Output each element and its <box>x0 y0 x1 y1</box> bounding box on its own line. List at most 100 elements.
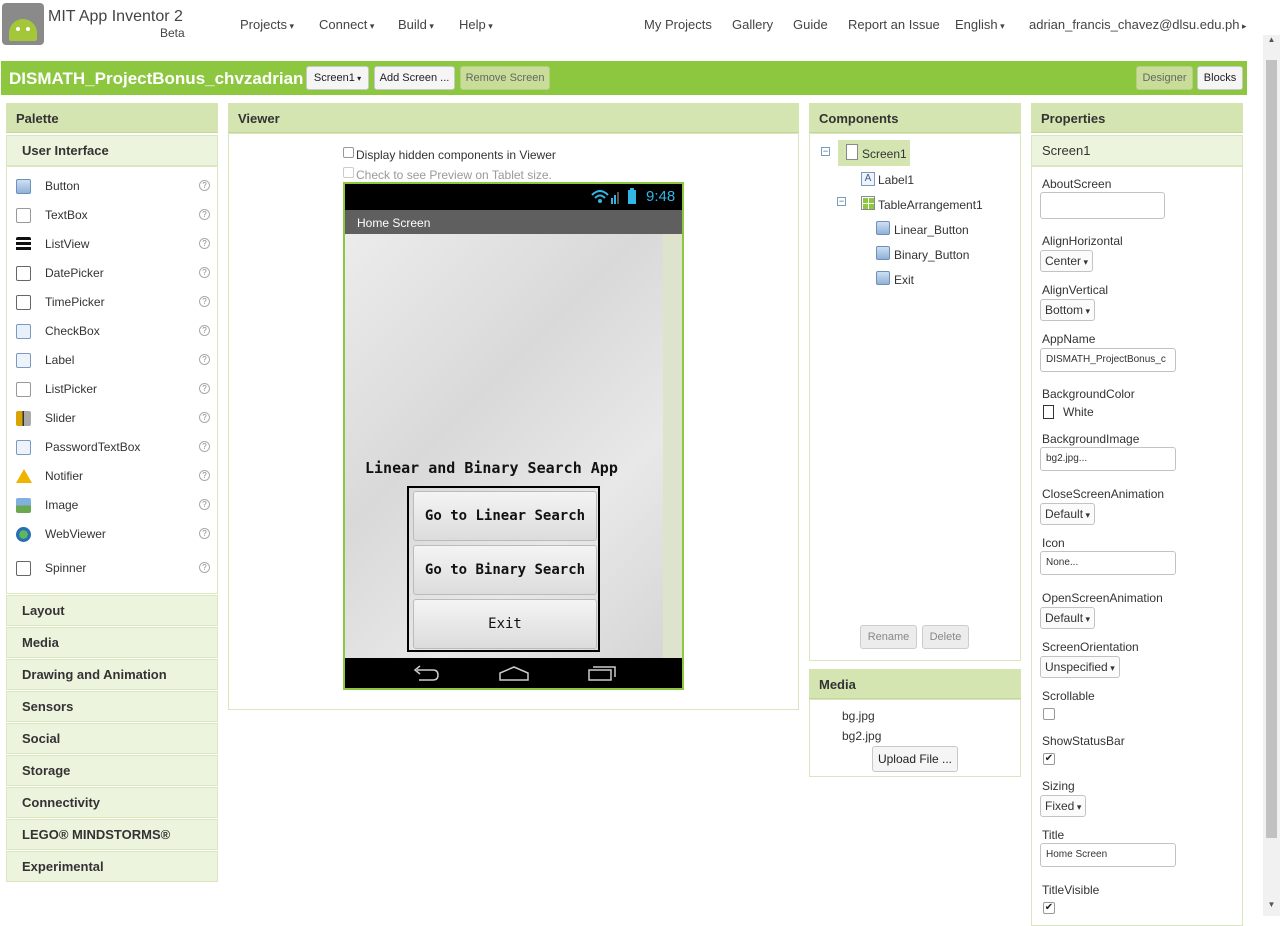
checkbox-icon <box>16 324 31 339</box>
palette-item-notifier[interactable]: Notifier? <box>8 466 214 488</box>
link-report-issue[interactable]: Report an Issue <box>848 17 940 32</box>
exit-button[interactable]: Exit <box>413 599 597 649</box>
screen-select-dropdown[interactable]: Screen1 ▾ <box>306 66 369 90</box>
rename-button[interactable]: Rename <box>860 625 917 649</box>
title-input[interactable]: Home Screen <box>1040 843 1176 867</box>
palette-item-textbox[interactable]: TextBox? <box>8 205 214 227</box>
palette-drawer-sensors[interactable]: Sensors <box>6 691 218 722</box>
tablet-preview-checkbox[interactable] <box>343 167 354 178</box>
palette-item-slider[interactable]: Slider? <box>8 408 214 430</box>
help-icon[interactable]: ? <box>199 354 210 365</box>
backgroundcolor-value[interactable]: White <box>1063 405 1094 419</box>
screenorientation-dropdown[interactable]: Unspecified <box>1040 656 1120 678</box>
palette-drawer-experimental[interactable]: Experimental <box>6 851 218 882</box>
help-icon[interactable]: ? <box>199 209 210 220</box>
scroll-up-arrow-icon[interactable]: ▲ <box>1263 35 1280 50</box>
link-gallery[interactable]: Gallery <box>732 17 773 32</box>
palette-item-checkbox[interactable]: CheckBox? <box>8 321 214 343</box>
page-scrollbar-thumb[interactable] <box>1266 60 1277 838</box>
media-file-bg2[interactable]: bg2.jpg <box>842 729 881 743</box>
palette-item-image[interactable]: Image? <box>8 495 214 517</box>
palette-drawer-connectivity[interactable]: Connectivity <box>6 787 218 818</box>
help-icon[interactable]: ? <box>199 383 210 394</box>
button-icon <box>876 221 890 235</box>
tree-item-binary-button[interactable]: Binary_Button <box>876 244 986 264</box>
menu-build[interactable]: Build <box>398 17 434 32</box>
openscreenanimation-dropdown[interactable]: Default <box>1040 607 1096 629</box>
help-icon[interactable]: ? <box>199 441 210 452</box>
phone-screen[interactable]: Linear and Binary Search App Go to Linea… <box>345 234 663 658</box>
sizing-dropdown[interactable]: Fixed <box>1040 795 1087 817</box>
tree-item-label1[interactable]: A Label1 <box>860 170 960 190</box>
tree-item-exit[interactable]: Exit <box>876 269 956 289</box>
binary-search-button[interactable]: Go to Binary Search <box>413 545 597 595</box>
add-screen-button[interactable]: Add Screen ... <box>374 66 455 90</box>
help-icon[interactable]: ? <box>199 238 210 249</box>
menu-connect[interactable]: Connect <box>319 17 374 32</box>
link-guide[interactable]: Guide <box>793 17 828 32</box>
tree-item-linear-button[interactable]: Linear_Button <box>876 219 986 239</box>
help-icon[interactable]: ? <box>199 412 210 423</box>
backgroundimage-picker[interactable]: bg2.jpg... <box>1040 447 1176 471</box>
titlevisible-checkbox[interactable]: ✔ <box>1043 902 1055 914</box>
palette-drawer-drawing-and-animation[interactable]: Drawing and Animation <box>6 659 218 690</box>
palette-drawer-layout[interactable]: Layout <box>6 595 218 626</box>
spinner-icon <box>16 561 31 576</box>
palette-drawer-social[interactable]: Social <box>6 723 218 754</box>
scroll-down-arrow-icon[interactable]: ▼ <box>1263 900 1280 915</box>
help-icon[interactable]: ? <box>199 528 210 539</box>
hidden-components-checkbox[interactable] <box>343 147 354 158</box>
upload-file-button[interactable]: Upload File ... <box>872 746 958 772</box>
blocks-button[interactable]: Blocks <box>1197 66 1243 90</box>
app-title: MIT App Inventor 2 <box>48 8 183 25</box>
help-icon[interactable]: ? <box>199 562 210 573</box>
palette-item-datepicker[interactable]: DatePicker? <box>8 263 214 285</box>
help-icon[interactable]: ? <box>199 470 210 481</box>
palette-item-listview[interactable]: ListView? <box>8 234 214 256</box>
palette-item-webviewer[interactable]: WebViewer? <box>8 524 214 546</box>
palette-item-label[interactable]: Label? <box>8 350 214 372</box>
palette-drawer-storage[interactable]: Storage <box>6 755 218 786</box>
aboutscreen-textarea[interactable] <box>1040 192 1165 219</box>
help-icon[interactable]: ? <box>199 267 210 278</box>
palette-item-timepicker[interactable]: TimePicker? <box>8 292 214 314</box>
backgroundcolor-swatch[interactable] <box>1043 405 1054 419</box>
menu-projects[interactable]: Projects <box>240 17 294 32</box>
help-icon[interactable]: ? <box>199 180 210 191</box>
appname-input[interactable]: DISMATH_ProjectBonus_c <box>1040 348 1176 372</box>
remove-screen-button[interactable]: Remove Screen <box>460 66 550 90</box>
user-menu[interactable]: adrian_francis_chavez@dlsu.edu.ph ▸ <box>1029 17 1247 32</box>
app-inventor-logo[interactable] <box>2 3 44 45</box>
palette-item-listpicker[interactable]: ListPicker? <box>8 379 214 401</box>
designer-button[interactable]: Designer <box>1136 66 1193 90</box>
palette-item-spinner[interactable]: Spinner? <box>8 558 214 580</box>
icon-picker[interactable]: None... <box>1040 551 1176 575</box>
palette-item-button[interactable]: Button? <box>8 176 214 198</box>
menu-help[interactable]: Help <box>459 17 493 32</box>
language-menu[interactable]: English <box>955 17 1005 32</box>
label1-heading[interactable]: Linear and Binary Search App <box>365 459 618 477</box>
palette-item-passwordtextbox[interactable]: PasswordTextBox? <box>8 437 214 459</box>
showstatusbar-checkbox[interactable]: ✔ <box>1043 753 1055 765</box>
tree-item-tablearrangement1[interactable]: TableArrangement1 <box>860 194 1000 214</box>
tree-item-screen1[interactable]: Screen1 <box>838 140 910 166</box>
palette-drawer-lego-mindstorms[interactable]: LEGO® MINDSTORMS® <box>6 819 218 850</box>
alignvertical-dropdown[interactable]: Bottom <box>1040 299 1096 321</box>
help-icon[interactable]: ? <box>199 499 210 510</box>
palette-drawer-media[interactable]: Media <box>6 627 218 658</box>
linear-search-button[interactable]: Go to Linear Search <box>413 491 597 541</box>
slider-icon <box>16 411 31 426</box>
prop-label-appname: AppName <box>1042 332 1096 346</box>
tablearrangement-collapse-toggle[interactable]: − <box>837 197 846 206</box>
help-icon[interactable]: ? <box>199 325 210 336</box>
palette-section-user-interface[interactable]: User Interface <box>6 135 218 166</box>
scrollable-checkbox[interactable] <box>1043 708 1055 720</box>
media-file-bg[interactable]: bg.jpg <box>842 709 875 723</box>
alignhorizontal-dropdown[interactable]: Center <box>1040 250 1094 272</box>
help-icon[interactable]: ? <box>199 296 210 307</box>
link-my-projects[interactable]: My Projects <box>644 17 712 32</box>
screen1-collapse-toggle[interactable]: − <box>821 147 830 156</box>
button-icon <box>876 246 890 260</box>
delete-button[interactable]: Delete <box>922 625 969 649</box>
closescreenanimation-dropdown[interactable]: Default <box>1040 503 1096 525</box>
